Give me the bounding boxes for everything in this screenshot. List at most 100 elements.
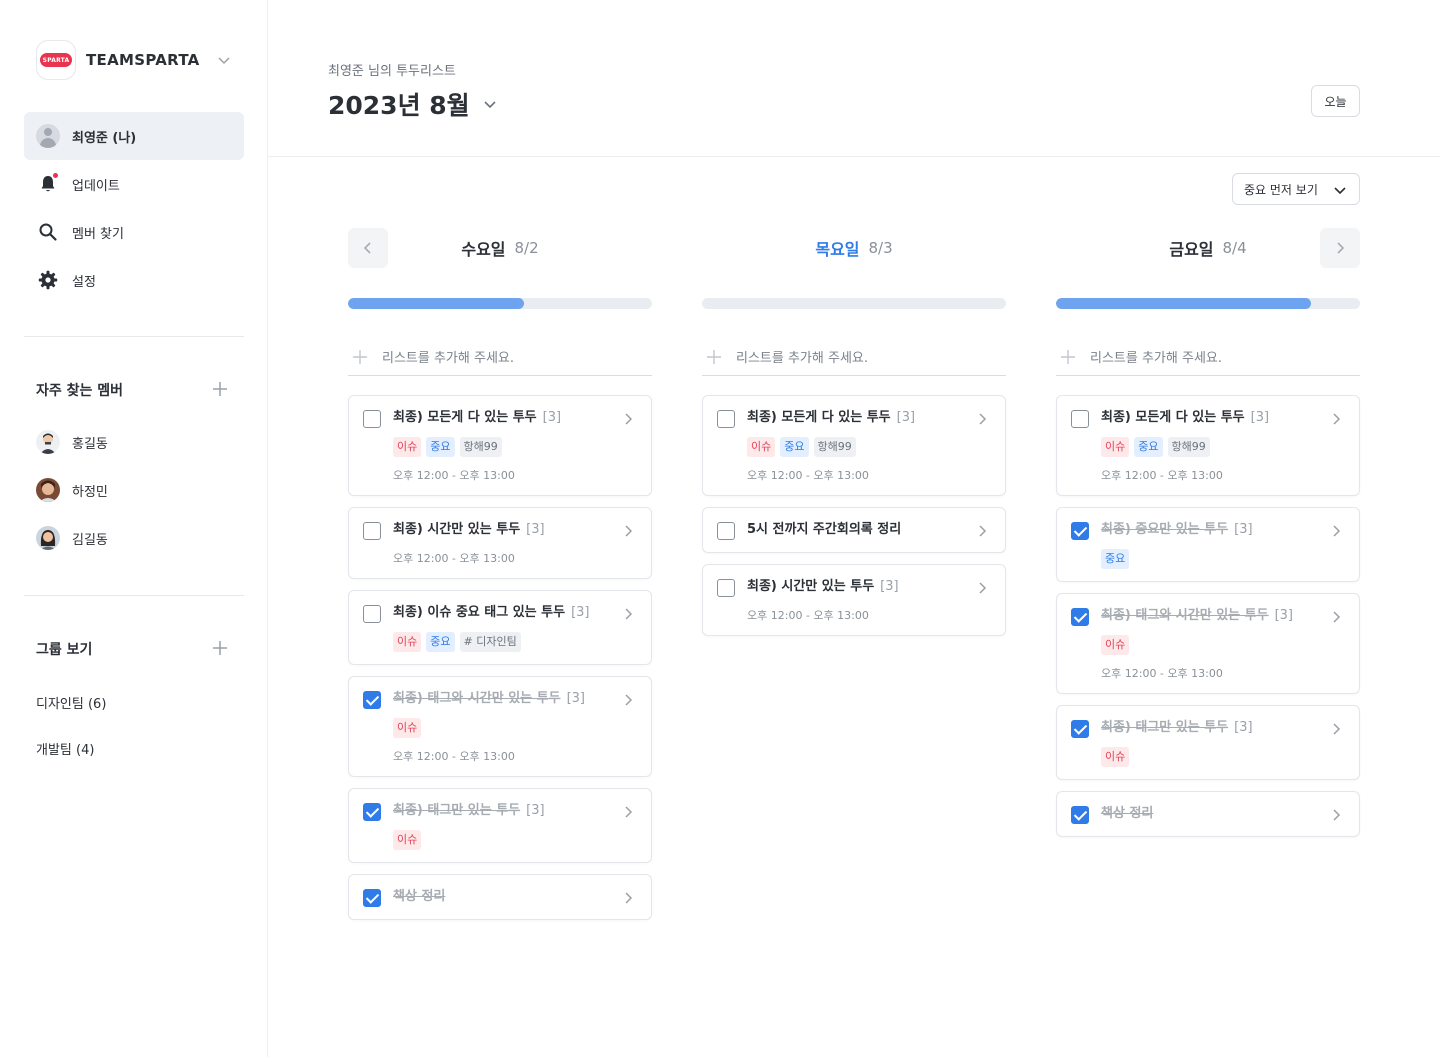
todo-checkbox[interactable] bbox=[717, 579, 735, 597]
todo-card[interactable]: 최종) 태그와 시간만 있는 투두 [3] 이슈 오후 12:00 - 오후 13:0… bbox=[348, 676, 652, 777]
tag-important: 중요 bbox=[1101, 549, 1130, 569]
todo-card[interactable]: 최종) 태그만 있는 투두 [3] 이슈 bbox=[1056, 705, 1360, 780]
brand-logo-text: SPARTA bbox=[40, 53, 72, 67]
today-button[interactable]: 오늘 bbox=[1311, 85, 1360, 117]
todo-title: 최종) 중요만 있는 투두 [3] bbox=[1101, 520, 1323, 540]
todo-title: 최종) 시간만 있는 투두 [3] bbox=[393, 520, 615, 540]
group-item-dev[interactable]: 개발팀 (4) bbox=[36, 739, 94, 758]
nav-item-me[interactable]: 최영준 (나) bbox=[24, 112, 244, 160]
todo-time: 오후 12:00 - 오후 13:00 bbox=[393, 469, 515, 482]
todo-checkbox[interactable] bbox=[363, 889, 381, 907]
todo-subtask-count: [3] bbox=[542, 410, 562, 425]
todo-card[interactable]: 최종) 태그와 시간만 있는 투두 [3] 이슈 오후 12:00 - 오후 13:0… bbox=[1056, 593, 1360, 694]
todo-checkbox[interactable] bbox=[363, 691, 381, 709]
day-column: 금요일 8/4 리스트를 추가해 주세요. 최종) 모든게 다 있는 투두 [3] 이슈 중… bbox=[1056, 228, 1360, 848]
add-todo-input[interactable]: 리스트를 추가해 주세요. bbox=[702, 338, 1006, 376]
plus-icon bbox=[707, 349, 721, 364]
tag-important: 중요 bbox=[780, 437, 809, 457]
search-icon bbox=[36, 220, 60, 244]
member-item[interactable]: 김길동 bbox=[36, 526, 108, 550]
sort-dropdown[interactable]: 중요 먼저 보기 bbox=[1232, 173, 1360, 205]
member-name: 홍길동 bbox=[72, 436, 108, 452]
nav-item-updates[interactable]: 업데이트 bbox=[24, 160, 244, 208]
todo-checkbox[interactable] bbox=[717, 522, 735, 540]
todo-subtask-count: [3] bbox=[880, 579, 899, 594]
member-item[interactable]: 홍길동 bbox=[36, 430, 108, 454]
add-frequent-member-plus-icon[interactable] bbox=[212, 381, 228, 397]
todo-checkbox[interactable] bbox=[363, 410, 381, 428]
todo-title-text: 최종) 이슈 중요 태그 있는 투두 bbox=[393, 605, 566, 620]
todo-title: 5시 전까지 주간회의록 정리 bbox=[747, 520, 969, 540]
add-todo-input[interactable]: 리스트를 추가해 주세요. bbox=[1056, 338, 1360, 376]
sidebar: SPARTA TEAMSPARTA 최영준 (나) 업데이트 멤버 찾기 설정 … bbox=[0, 0, 268, 1057]
todo-subtask-count: [3] bbox=[896, 410, 916, 425]
nav-item-settings[interactable]: 설정 bbox=[24, 256, 244, 304]
todo-title-text: 최종) 태그와 시간만 있는 투두 bbox=[393, 691, 561, 706]
todo-card[interactable]: 책상 정리 bbox=[348, 874, 652, 920]
nav-item-label: 멤버 찾기 bbox=[72, 226, 124, 242]
todo-card[interactable]: 최종) 중요만 있는 투두 [3] 중요 bbox=[1056, 507, 1360, 582]
brand-logo: SPARTA bbox=[36, 40, 76, 80]
todo-time: 오후 12:00 - 오후 13:00 bbox=[747, 469, 869, 482]
todo-subtask-count: [3] bbox=[1234, 522, 1253, 537]
member-item[interactable]: 하정민 bbox=[36, 478, 108, 502]
todo-checkbox[interactable] bbox=[363, 522, 381, 540]
day-date: 8/3 bbox=[868, 239, 893, 257]
add-todo-input[interactable]: 리스트를 추가해 주세요. bbox=[348, 338, 652, 376]
todo-checkbox[interactable] bbox=[1071, 410, 1089, 428]
tag-issue: 이슈 bbox=[1101, 437, 1130, 457]
todo-checkbox[interactable] bbox=[363, 605, 381, 623]
todo-card[interactable]: 최종) 모든게 다 있는 투두 [3] 이슈 중요 항해99 오후 12:00 - 오후 … bbox=[702, 395, 1006, 496]
group-item-design[interactable]: 디자인팀 (6) bbox=[36, 693, 106, 712]
todo-tags: 이슈 bbox=[1101, 635, 1323, 655]
todo-card[interactable]: 최종) 모든게 다 있는 투두 [3] 이슈 중요 항해99 오후 12:00 - 오후 … bbox=[348, 395, 652, 496]
tag-team: # 디자인팀 bbox=[459, 632, 521, 652]
todo-tags: 중요 bbox=[1101, 549, 1323, 569]
todo-card[interactable]: 최종) 태그만 있는 투두 [3] 이슈 bbox=[348, 788, 652, 863]
add-group-plus-icon[interactable] bbox=[212, 640, 228, 656]
todo-checkbox[interactable] bbox=[1071, 522, 1089, 540]
day-name: 금요일 bbox=[1169, 240, 1214, 259]
todo-checkbox[interactable] bbox=[1071, 608, 1089, 626]
nav-item-find-member[interactable]: 멤버 찾기 bbox=[24, 208, 244, 256]
todo-checkbox[interactable] bbox=[1071, 806, 1089, 824]
tag-important: 중요 bbox=[426, 632, 455, 652]
gear-icon bbox=[36, 268, 60, 292]
todo-card[interactable]: 최종) 모든게 다 있는 투두 [3] 이슈 중요 항해99 오후 12:00 - 오후 … bbox=[1056, 395, 1360, 496]
workspace-switcher[interactable]: SPARTA TEAMSPARTA bbox=[36, 40, 232, 80]
todo-card[interactable]: 5시 전까지 주간회의록 정리 bbox=[702, 507, 1006, 553]
day-column: 목요일 8/3 리스트를 추가해 주세요. 최종) 모든게 다 있는 투두 [3] 이슈 중… bbox=[702, 228, 1006, 647]
todo-subtask-count: [3] bbox=[1250, 410, 1270, 425]
todo-title: 최종) 태그만 있는 투두 [3] bbox=[393, 801, 615, 821]
month-selector[interactable]: 2023년 8월 bbox=[328, 86, 498, 122]
todo-title: 책상 정리 bbox=[393, 887, 615, 907]
bell-icon bbox=[36, 172, 60, 196]
todo-subtask-count: [3] bbox=[571, 605, 590, 620]
todo-list: 최종) 모든게 다 있는 투두 [3] 이슈 중요 항해99 오후 12:00 - 오후 … bbox=[1056, 395, 1360, 837]
member-name: 김길동 bbox=[72, 532, 108, 548]
todo-checkbox[interactable] bbox=[363, 803, 381, 821]
todo-card[interactable]: 최종) 시간만 있는 투두 [3] 오후 12:00 - 오후 13:00 bbox=[702, 564, 1006, 636]
todo-title: 최종) 태그와 시간만 있는 투두 [3] bbox=[393, 689, 615, 709]
todo-checkbox[interactable] bbox=[1071, 720, 1089, 738]
todo-title: 최종) 태그만 있는 투두 [3] bbox=[1101, 718, 1323, 738]
todo-card[interactable]: 책상 정리 bbox=[1056, 791, 1360, 837]
chevron-right-icon bbox=[1333, 611, 1341, 623]
nav-item-label: 설정 bbox=[72, 274, 96, 290]
progress-fill bbox=[1056, 298, 1312, 309]
todo-card[interactable]: 최종) 시간만 있는 투두 [3] 오후 12:00 - 오후 13:00 bbox=[348, 507, 652, 579]
todo-card[interactable]: 최종) 이슈 중요 태그 있는 투두 [3] 이슈 중요 # 디자인팀 bbox=[348, 590, 652, 665]
chevron-down-icon bbox=[484, 101, 496, 109]
avatar bbox=[36, 478, 60, 502]
todo-checkbox[interactable] bbox=[717, 410, 735, 428]
todo-subtask-count: [3] bbox=[1234, 720, 1253, 735]
progress-bar bbox=[1056, 298, 1360, 309]
progress-bar bbox=[702, 298, 1006, 309]
add-todo-placeholder: 리스트를 추가해 주세요. bbox=[1090, 351, 1222, 366]
todo-title: 책상 정리 bbox=[1101, 804, 1323, 824]
chevron-right-icon bbox=[1333, 809, 1341, 821]
todo-title: 최종) 시간만 있는 투두 [3] bbox=[747, 577, 969, 597]
day-name: 수요일 bbox=[461, 240, 506, 259]
chevron-right-icon bbox=[625, 892, 633, 904]
avatar bbox=[36, 430, 60, 454]
